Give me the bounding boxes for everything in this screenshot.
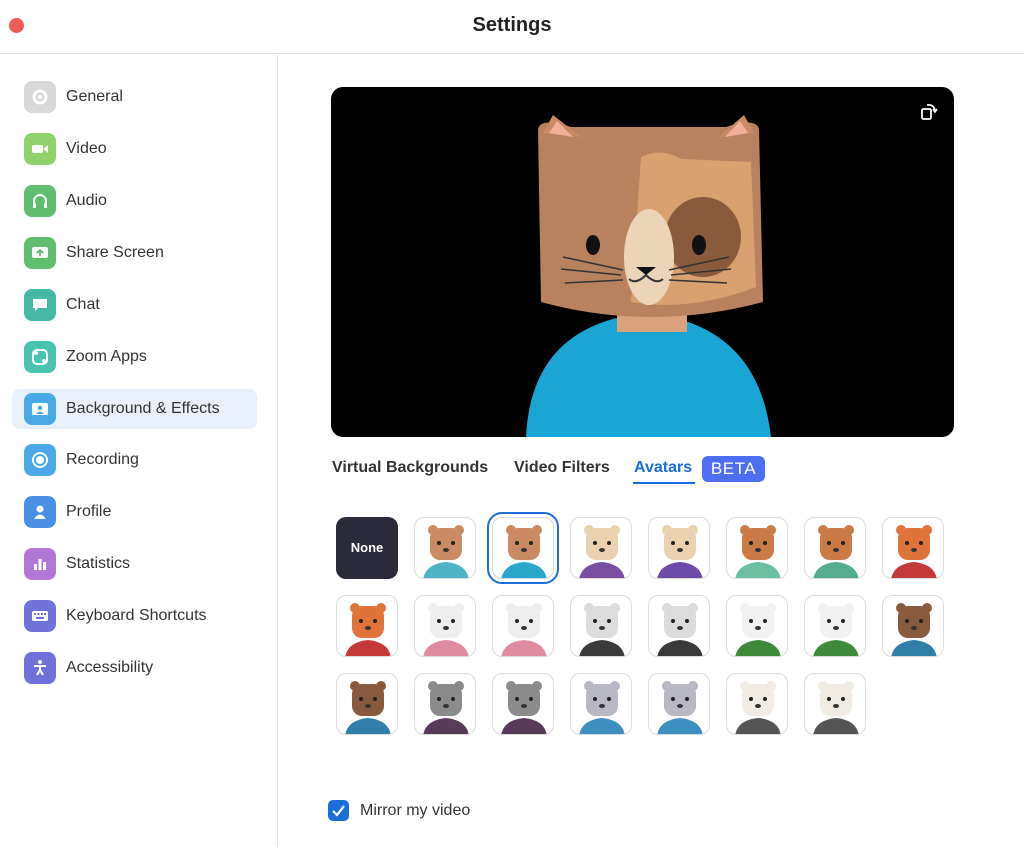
sidebar-item-background-effects[interactable]: Background & Effects <box>12 389 257 429</box>
sidebar-item-label: Profile <box>66 503 112 520</box>
headphones-icon <box>24 185 56 217</box>
beaver-blue-avatar[interactable] <box>882 595 944 657</box>
apps-icon <box>24 341 56 373</box>
chat-icon <box>24 289 56 321</box>
sidebar-item-label: Statistics <box>66 555 131 572</box>
mirror-video-checkbox[interactable] <box>328 800 349 821</box>
sidebar-item-label: Keyboard Shortcuts <box>66 607 207 624</box>
tab-virtual-backgrounds[interactable]: Virtual Backgrounds <box>332 459 488 477</box>
share-screen-icon <box>24 237 56 269</box>
keyboard-icon <box>24 600 56 632</box>
sidebar-item-label: General <box>66 88 123 105</box>
sidebar-item-recording[interactable]: Recording <box>12 440 257 480</box>
sidebar-item-label: Share Screen <box>66 244 164 261</box>
sidebar-item-label: Accessibility <box>66 659 154 676</box>
avatar-none-label: None <box>350 540 384 555</box>
sidebar-item-keyboard-shortcuts[interactable]: Keyboard Shortcuts <box>12 596 257 636</box>
panda-olive-avatar[interactable] <box>804 595 866 657</box>
sidebar-item-statistics[interactable]: Statistics <box>12 544 257 584</box>
sidebar-item-profile[interactable]: Profile <box>12 492 257 532</box>
camera-icon <box>24 133 56 165</box>
sidebar-item-label: Video <box>66 140 107 157</box>
cat-avatar-preview <box>526 115 771 437</box>
dog-mint-avatar[interactable] <box>726 517 788 579</box>
rabbit-rose-avatar[interactable] <box>492 595 554 657</box>
avatar-grid: None <box>336 512 952 741</box>
background-icon <box>24 393 56 425</box>
sidebar-item-share-screen[interactable]: Share Screen <box>12 233 257 273</box>
avatar-none-button[interactable]: None <box>336 517 398 579</box>
fox-red-avatar[interactable] <box>882 517 944 579</box>
video-preview <box>331 87 954 437</box>
sidebar-item-label: Chat <box>66 296 100 313</box>
tab-avatars[interactable]: Avatars <box>634 459 692 477</box>
cat-teal-avatar[interactable] <box>414 517 476 579</box>
beta-badge: BETA <box>702 456 765 482</box>
mirror-video-option: Mirror my video <box>328 799 528 823</box>
gear-icon <box>24 81 56 113</box>
sidebar-item-label: Audio <box>66 192 107 209</box>
panda-green-avatar[interactable] <box>726 595 788 657</box>
cow-gray-avatar[interactable] <box>726 673 788 735</box>
sidebar-item-zoom-apps[interactable]: Zoom Apps <box>12 337 257 377</box>
raccoon-plum-avatar[interactable] <box>414 673 476 735</box>
tab-video-filters[interactable]: Video Filters <box>514 459 610 477</box>
active-tab-indicator <box>633 482 695 484</box>
polar-bear-black-avatar[interactable] <box>648 595 710 657</box>
cat-cyan-avatar[interactable] <box>487 512 559 584</box>
polar-bear-dark-avatar[interactable] <box>570 595 632 657</box>
effects-tabs: Virtual Backgrounds Video Filters Avatar… <box>331 455 771 485</box>
accessibility-icon <box>24 652 56 684</box>
sidebar-item-label: Background & Effects <box>66 400 220 417</box>
dog-green-avatar[interactable] <box>804 517 866 579</box>
sidebar-item-accessibility[interactable]: Accessibility <box>12 648 257 688</box>
cow-charcoal-avatar[interactable] <box>804 673 866 735</box>
title-bar: Settings <box>0 0 1024 54</box>
rotate-camera-icon[interactable] <box>918 101 940 123</box>
bar-chart-icon <box>24 548 56 580</box>
sidebar-item-general[interactable]: General <box>12 77 257 117</box>
cow-purple-avatar[interactable] <box>570 517 632 579</box>
beaver-navy-avatar[interactable] <box>336 673 398 735</box>
rabbit-pink-avatar[interactable] <box>414 595 476 657</box>
fox-crimson-avatar[interactable] <box>336 595 398 657</box>
sidebar-item-video[interactable]: Video <box>12 129 257 169</box>
sidebar-item-label: Recording <box>66 451 139 468</box>
sidebar-item-audio[interactable]: Audio <box>12 181 257 221</box>
person-icon <box>24 496 56 528</box>
mouse-blue-avatar[interactable] <box>648 673 710 735</box>
sidebar-item-label: Zoom Apps <box>66 348 147 365</box>
mouse-sky-avatar[interactable] <box>570 673 632 735</box>
window-title: Settings <box>472 14 552 36</box>
record-icon <box>24 444 56 476</box>
mirror-video-label[interactable]: Mirror my video <box>360 802 470 820</box>
sidebar-item-chat[interactable]: Chat <box>12 285 257 325</box>
cow-violet-avatar[interactable] <box>648 517 710 579</box>
settings-sidebar: General Video Audio Share Screen Chat Zo… <box>0 55 278 847</box>
raccoon-purple-avatar[interactable] <box>492 673 554 735</box>
